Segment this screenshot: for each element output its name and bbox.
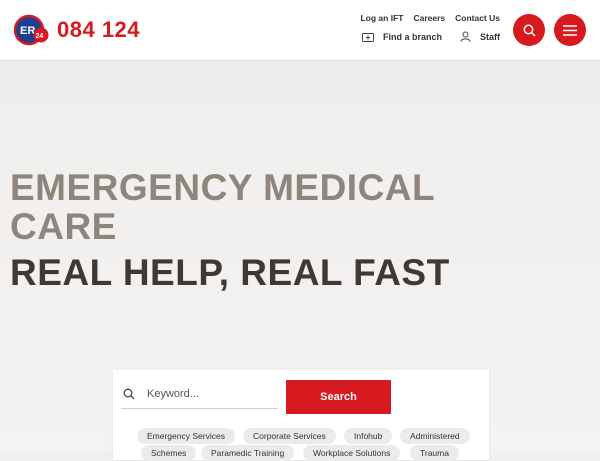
top-links: Log an IFT Careers Contact Us [360,13,500,23]
user-icon [460,31,471,42]
contact-us-link[interactable]: Contact Us [455,13,500,23]
staff-link[interactable]: Staff [460,31,500,42]
tag-paramedic-training[interactable]: Paramedic Training [201,445,295,461]
tag-trauma[interactable]: Trauma [410,445,459,461]
svg-text:ER: ER [20,25,35,37]
hero-headline-secondary: REAL HELP, REAL FAST [10,252,450,293]
utility-links: Find a branch Staff [361,31,500,42]
tag-workplace-solutions[interactable]: Workplace Solutions [303,445,401,461]
keyword-search-field [121,380,278,409]
staff-label: Staff [480,31,500,42]
site-header: ER 24 084 124 Log an IFT Careers Contact… [0,0,600,61]
log-ift-link[interactable]: Log an IFT [360,13,403,23]
search-icon [523,24,536,37]
find-branch-label: Find a branch [382,31,442,42]
svg-text:24: 24 [36,33,44,40]
header-search-button[interactable] [513,14,545,46]
tag-administered[interactable]: Administered [400,428,470,444]
careers-link[interactable]: Careers [413,13,445,23]
er24-logo[interactable]: ER 24 [14,14,50,46]
search-submit-button[interactable]: Search [286,380,391,414]
tag-schemes[interactable]: Schemes [141,445,197,461]
keyword-input[interactable] [145,387,269,401]
search-icon [123,388,135,400]
hero-headline-primary: EMERGENCY MEDICAL CARE [10,167,435,247]
location-icon [361,32,374,42]
menu-button[interactable] [554,14,586,46]
search-panel: Search Emergency Services Corporate Serv… [113,370,489,461]
tag-corporate-services[interactable]: Corporate Services [243,428,336,444]
tag-emergency-services[interactable]: Emergency Services [137,428,235,444]
hamburger-menu-icon [563,24,577,36]
find-branch-link[interactable]: Find a branch [361,31,442,42]
tag-infohub[interactable]: Infohub [344,428,393,444]
emergency-phone-number[interactable]: 084 124 [57,17,140,43]
